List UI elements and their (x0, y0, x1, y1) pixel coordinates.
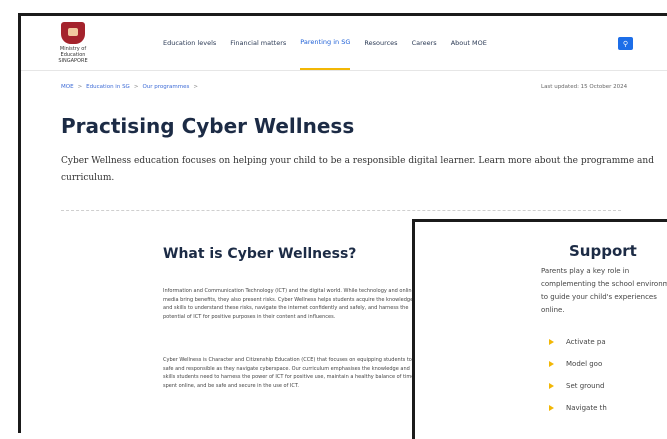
nav-parenting[interactable]: Parenting in SG (300, 16, 351, 70)
nav-resources[interactable]: Resources (364, 16, 397, 70)
breadcrumb-separator: > (133, 84, 139, 90)
list-item: Navigate th (549, 397, 607, 419)
list-item: Model goo (549, 353, 607, 375)
search-button[interactable]: ⚲ (618, 37, 633, 50)
section-divider (61, 210, 621, 211)
page-title: Practising Cyber Wellness (61, 114, 355, 138)
foreground-browser-window: Support Parents play a key role in compl… (412, 219, 667, 439)
list-item: Activate pa (549, 331, 607, 353)
bullet-icon (549, 383, 554, 389)
nav-financial-matters[interactable]: Financial matters (230, 16, 286, 70)
breadcrumb: MOE > Education in SG > Our programmes > (61, 84, 198, 90)
bullet-icon (549, 339, 554, 345)
bullet-icon (549, 361, 554, 367)
support-paragraph: Parents play a key role in complementing… (541, 267, 667, 314)
last-updated: Last updated: 15 October 2024 (541, 84, 628, 90)
breadcrumb-separator: > (193, 84, 198, 90)
list-item-text: Model goo (566, 360, 603, 368)
list-item: Set ground (549, 375, 607, 397)
nav-careers[interactable]: Careers (412, 16, 437, 70)
breadcrumb-item[interactable]: MOE (61, 84, 74, 90)
crest-icon (61, 22, 85, 44)
nav-education-levels[interactable]: Education levels (163, 16, 216, 70)
logo-text: Ministry of Education SINGAPORE (58, 46, 88, 64)
main-nav: Education levels Financial matters Paren… (163, 16, 487, 70)
list-item-text: Set ground (566, 382, 605, 390)
list-item-text: Activate pa (566, 338, 606, 346)
support-list: Activate pa Model goo Set ground Navigat… (549, 331, 607, 419)
breadcrumb-separator: > (77, 84, 83, 90)
site-header: Ministry of Education SINGAPORE Educatio… (21, 16, 667, 71)
support-title: Support (569, 242, 637, 260)
search-icon: ⚲ (622, 39, 629, 48)
moe-logo[interactable]: Ministry of Education SINGAPORE (57, 22, 89, 64)
section-title: What is Cyber Wellness? (163, 246, 357, 262)
nav-about[interactable]: About MOE (451, 16, 487, 70)
list-item-text: Navigate th (566, 404, 607, 412)
breadcrumb-item[interactable]: Education in SG (86, 84, 130, 90)
breadcrumb-item[interactable]: Our programmes (142, 84, 189, 90)
section-paragraph: Information and Communication Technology… (163, 288, 415, 320)
bullet-icon (549, 405, 554, 411)
section-paragraph: Cyber Wellness is Character and Citizens… (163, 357, 420, 389)
page-lead: Cyber Wellness education focuses on help… (61, 156, 654, 183)
